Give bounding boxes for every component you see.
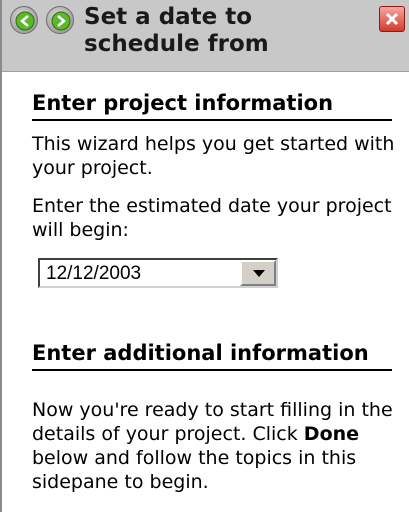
date-dropdown-button[interactable] bbox=[240, 260, 276, 286]
start-date-value[interactable]: 12/12/2003 bbox=[46, 263, 141, 285]
date-prompt-text: Enter the estimated date your project wi… bbox=[32, 195, 392, 241]
wizard-intro-text: This wizard helps you get started with y… bbox=[32, 133, 395, 179]
instructions-text-end: below and follow the topics in this side… bbox=[32, 447, 357, 493]
close-button[interactable] bbox=[379, 6, 405, 32]
section-heading-project-info: Enter project information bbox=[32, 90, 392, 121]
task-pane: Set a date to schedule from Enter projec… bbox=[0, 0, 409, 512]
back-button[interactable] bbox=[10, 6, 38, 34]
pane-title: Set a date to schedule from bbox=[84, 4, 269, 57]
start-date-picker[interactable]: 12/12/2003 bbox=[38, 258, 278, 288]
instructions-text: Now you're ready to start filling in the… bbox=[32, 398, 402, 494]
task-pane-header: Set a date to schedule from bbox=[2, 0, 409, 72]
done-reference: Done bbox=[303, 423, 360, 445]
section-heading-additional-info: Enter additional information bbox=[32, 340, 392, 371]
forward-button[interactable] bbox=[46, 6, 74, 34]
